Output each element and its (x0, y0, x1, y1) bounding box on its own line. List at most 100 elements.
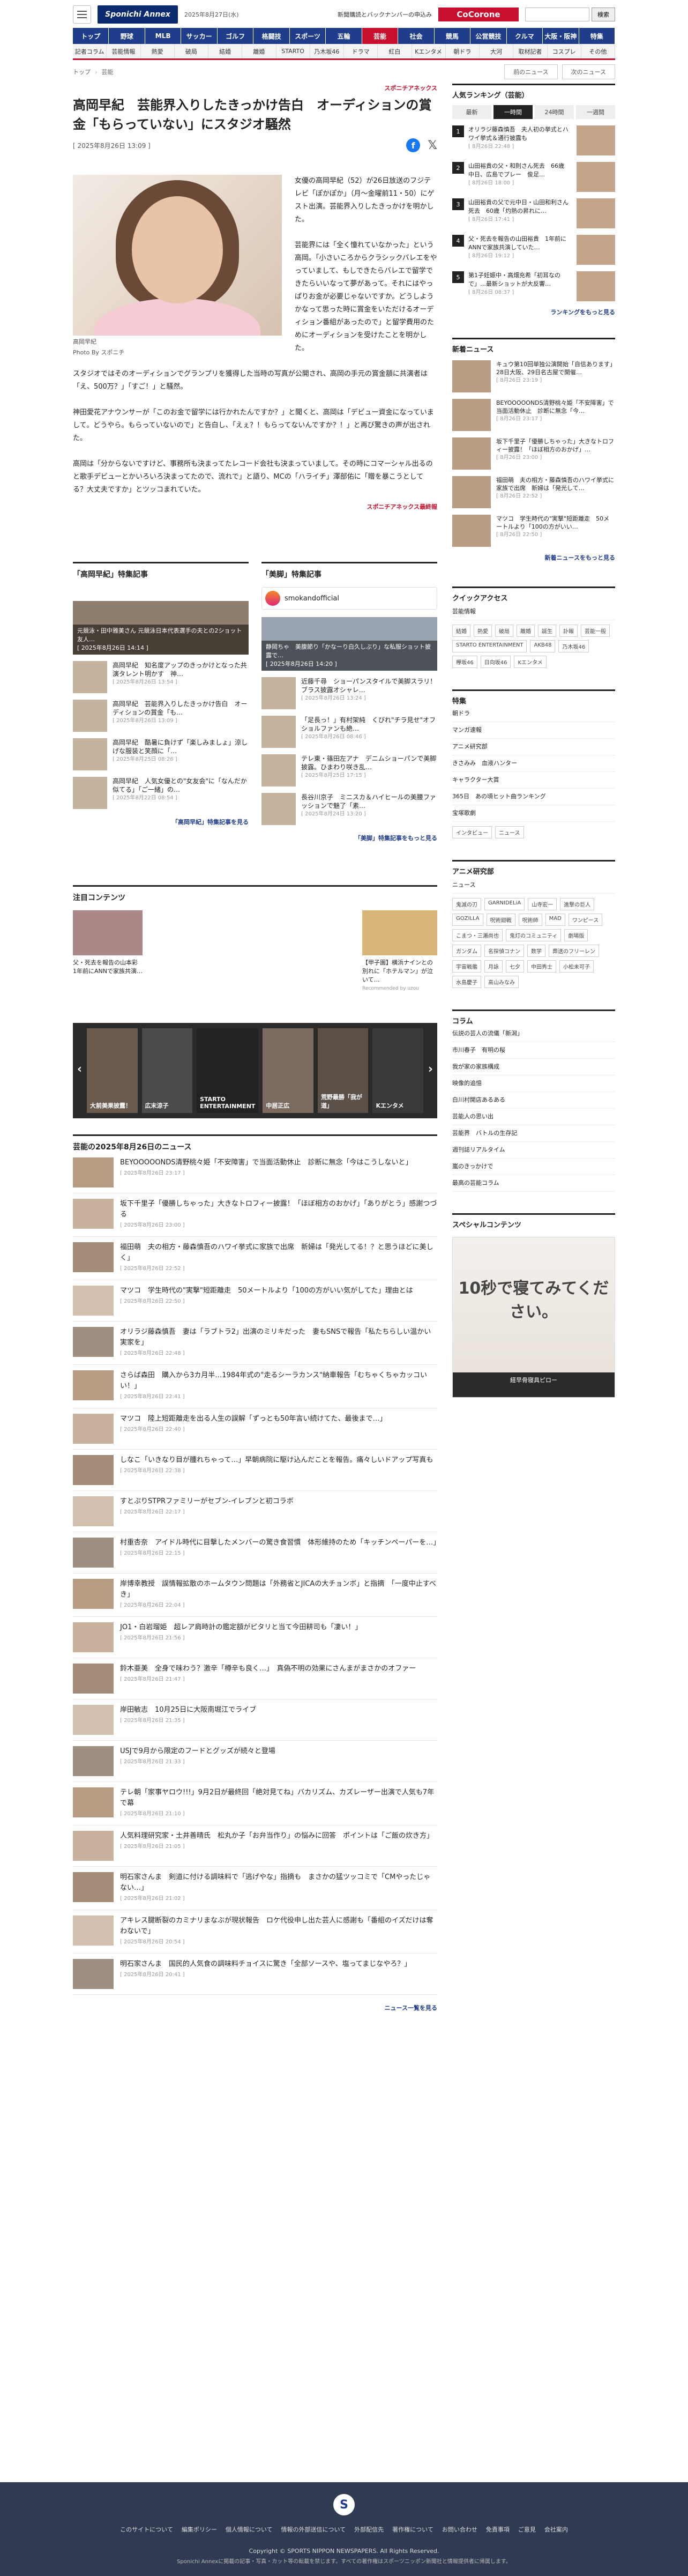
footer-link[interactable]: 個人情報について (226, 2525, 273, 2534)
ranking-item[interactable]: 5 第1子妊娠中・高畑充希「初耳なので」…最新ショットが大反響… [ 8月26日 0… (452, 271, 615, 301)
quick-access-chip[interactable]: 結婚 (452, 625, 470, 637)
column-link[interactable]: 週刊誌リアルタイム (452, 1142, 615, 1159)
footer-link[interactable]: 著作権について (392, 2525, 433, 2534)
ranking-item[interactable]: 2 山田裕貴の父・和則さん死去 66歳 中日、広島でプレー 俊足… [ 8月26日 … (452, 162, 615, 192)
anime-chip[interactable]: こまつ・三瀬尚也 (452, 929, 503, 941)
anime-chip[interactable]: 名探偵コナン (484, 945, 524, 957)
news-list-item[interactable]: 岸博幸教授 誤情報拡散のホームタウン問題は「外務省とJICAの大チョンボ」と指摘… (73, 1573, 437, 1617)
subnav-tab[interactable]: 朝ドラ (445, 44, 480, 58)
article-source-bottom[interactable]: スポニチアネックス最終報 (73, 501, 437, 514)
ranking-tab[interactable]: 一週間 (576, 105, 615, 119)
new-news-more[interactable]: 新着ニュースをもっと見る (452, 553, 615, 562)
quick-access-chip[interactable]: 芸能一般 (581, 625, 610, 637)
column-link[interactable]: 嵐のきっかけで (452, 1159, 615, 1175)
footer-link[interactable]: このサイトについて (120, 2525, 173, 2534)
facebook-icon[interactable]: f (406, 138, 421, 152)
subnav-tab[interactable]: 芸能情報 (107, 44, 141, 58)
special-link[interactable]: 宝塚歌劇 (452, 805, 615, 822)
subnav-tab[interactable]: 乃木坂46 (310, 44, 344, 58)
article-source-top[interactable]: スポニチアネックス (73, 84, 437, 92)
column-link[interactable]: 市川春子 有明の桜 (452, 1042, 615, 1059)
news-list-item[interactable]: BEYOOOOONDS清野桃々姫「不安障害」で当面活動休止 診断に無念「今はこう… (73, 1152, 437, 1193)
nav-tab[interactable]: サッカー (181, 28, 218, 44)
news-list-item[interactable]: マツコ 学生時代の"実撃"短距離走 50メートルより「100の方がいい気がしてた… (73, 1280, 437, 1322)
anime-chip[interactable]: 劇場版 (564, 929, 588, 941)
carousel-card[interactable]: 広末涼子 (141, 1028, 193, 1113)
news-list-item[interactable]: 鈴木亜美 全身で味わう？激辛「樽辛も良く…」 真偽不明の効果にさんまがまさかのオ… (73, 1658, 437, 1699)
subnav-tab[interactable]: 取材記者 (513, 44, 548, 58)
special-link[interactable]: アニメ研究部 (452, 739, 615, 755)
ranking-more[interactable]: ランキングをもっと見る (452, 308, 615, 316)
special-link[interactable]: マンガ速報 (452, 722, 615, 739)
feature-item[interactable]: 高岡早紀 酷暑に負けず「楽しみましょ」涼しげな服装と笑顔に「…[ 2025年8月… (73, 738, 249, 770)
quick-access-chip[interactable]: 破局 (495, 625, 513, 637)
feature-item[interactable]: 近藤千尋 ショーパンスタイルで美脚スラリ！ブラス披露オシャレ…[ 2025年8月… (261, 677, 437, 709)
news-list-item[interactable]: USJで9月から限定のフードとグッズが続々と登場 [ 2025年8月26日 21:… (73, 1741, 437, 1782)
feature-hero[interactable]: 元競泳・田中雅美さん 元競泳日本代表選手の夫との2ショット 友人…[ 2025年… (73, 601, 249, 655)
column-link[interactable]: 伝説の芸人の流儀「新潟」 (452, 1026, 615, 1042)
feature-hero[interactable]: 静岡ちゃ 美腹節り「かなーり白久しぶり」な私服ショット披露で…[ 2025年8月… (261, 617, 437, 671)
anime-chip[interactable]: 高山みなみ (484, 976, 519, 988)
subnav-tab[interactable]: その他 (581, 44, 615, 58)
column-link[interactable]: 映像的追憶 (452, 1075, 615, 1092)
feature-item[interactable]: 高岡早紀 知名度アップのきっかけとなった共演タレント明かす 神…[ 2025年8… (73, 661, 249, 693)
news-list-item[interactable]: すとぷりSTPRファミリーがセブン-イレブンと初コラボ [ 2025年8月26日 … (73, 1491, 437, 1532)
footer-link[interactable]: 編集ポリシー (182, 2525, 217, 2534)
column-link[interactable]: 我が家の家族構成 (452, 1059, 615, 1075)
ranking-item[interactable]: 3 山田裕貴の父で元中日・山田和利さん死去 60歳「灼熱の昇れに… [ 8月26日 … (452, 198, 615, 228)
side-news-item[interactable]: マツコ 学生時代の"実撃"短距離走 50メートルより「100の方がいい… [ 8月… (452, 515, 615, 547)
news-list-more[interactable]: ニュース一覧を見る (73, 2003, 437, 2012)
special-link[interactable]: 365日 あの頃ヒット曲ランキング (452, 789, 615, 805)
x-icon[interactable]: 𝕏 (428, 139, 437, 152)
subnav-tab[interactable]: コスプレ (547, 44, 581, 58)
news-list-item[interactable]: さらば森田 購入から3カ月半…1984年式の"走るシーラカンス"納車報告「むちゃ… (73, 1365, 437, 1408)
nav-tab[interactable]: MLB (145, 28, 182, 44)
nav-tab[interactable]: 競馬 (434, 28, 471, 44)
subnav-tab[interactable]: STARTO (276, 44, 310, 58)
backnumber-link[interactable]: 新聞購読とバックナンバーの申込み (338, 10, 432, 19)
ranking-tab[interactable]: 一時間 (493, 105, 533, 119)
anime-chip[interactable]: 小松未可子 (559, 960, 594, 973)
carousel-card[interactable]: Kエンタメ (372, 1028, 423, 1113)
anime-first[interactable]: ニュース (452, 876, 615, 894)
quick-access-chip[interactable]: 乃木坂46 (558, 640, 589, 652)
news-list-item[interactable]: 村重杏奈 アイドル時代に目撃したメンバーの驚き食習慣 体形維持のため「キッチンペ… (73, 1532, 440, 1573)
search-button[interactable]: 検索 (592, 8, 615, 21)
side-news-item[interactable]: 福田萌 夫の相方・藤森慎吾のハワイ挙式に家族で出席 新婦は「発光して…[ 8月2… (452, 476, 615, 508)
prev-news-button[interactable]: 前のニュース (504, 64, 558, 79)
subnav-tab[interactable]: 熱愛 (140, 44, 175, 58)
nav-tab[interactable]: クルマ (506, 28, 543, 44)
carousel-card[interactable]: STARTO ENTERTAINMENT (197, 1028, 259, 1113)
anime-chip[interactable]: 呪術師 (518, 914, 542, 926)
subnav-tab[interactable]: 紅白 (378, 44, 412, 58)
nav-tab[interactable]: ゴルフ (217, 28, 254, 44)
feature-more-link[interactable]: 「高岡早紀」特集記事を見る (73, 818, 249, 826)
quick-access-chip[interactable]: STARTO ENTERTAINMENT (452, 640, 527, 652)
subnav-tab[interactable]: ドラマ (344, 44, 378, 58)
footer-link[interactable]: お問い合わせ (442, 2525, 477, 2534)
breadcrumb-section[interactable]: 芸能 (101, 68, 113, 76)
subnav-tab[interactable]: 結婚 (208, 44, 243, 58)
nav-tab[interactable]: 社会 (398, 28, 435, 44)
anime-chip[interactable]: 呪術廻戦 (486, 914, 515, 926)
feature-item[interactable]: 長谷川京子 ミニスカ＆ハイヒールの美腰ファッションで魅了「素…[ 2025年8月… (261, 793, 437, 825)
news-list-item[interactable]: しなこ「いきなり目が腫れちゃって…」早朝病院に駆け込んだことを報告。痛々しいドア… (73, 1450, 437, 1491)
footer-link[interactable]: 免責事項 (486, 2525, 510, 2534)
menu-button[interactable] (73, 5, 91, 24)
column-link[interactable]: 芸能人の思い出 (452, 1109, 615, 1125)
special-link[interactable]: きさみみ 血液ハンター (452, 755, 615, 772)
news-list-item[interactable]: 明石家さんま 国民的人気食の調味料チョイスに驚き「全部ソースや、塩ってまじなやろ… (73, 1954, 437, 1995)
news-list-item[interactable]: テレ朝「家事ヤロウ!!!」9月2日が最終回「絶対見てね」バカリズム、カズレーザー… (73, 1782, 437, 1825)
carousel-card[interactable]: 中居正広 (263, 1028, 313, 1113)
news-list-item[interactable]: 坂下千里子「優勝しちゃった」大きなトロフィー披露！「ほぼ相方のおかげ」「ありがと… (73, 1193, 437, 1237)
side-news-item[interactable]: キュウ第10回単独公演開始「自信あります」28日大阪、29日名古屋で開催…[ 8… (452, 360, 615, 392)
footer-link[interactable]: ご意見 (518, 2525, 536, 2534)
footer-link[interactable]: 会社案内 (544, 2525, 568, 2534)
quick-access-chip[interactable]: 誕生 (538, 625, 556, 637)
anime-chip[interactable]: 山寺宏一 (528, 898, 557, 910)
anime-chip[interactable]: ワンピース (568, 914, 603, 926)
anime-chip[interactable]: 進撃の巨人 (560, 898, 595, 910)
subnav-tab[interactable]: Kエンタメ (412, 44, 446, 58)
side-news-item[interactable]: 坂下千里子「優勝しちゃった」大きなトロフィー披露！「ほぼ相方のおかげ」… [ 8月… (452, 437, 615, 470)
special-tab[interactable]: ニュース (495, 826, 524, 838)
